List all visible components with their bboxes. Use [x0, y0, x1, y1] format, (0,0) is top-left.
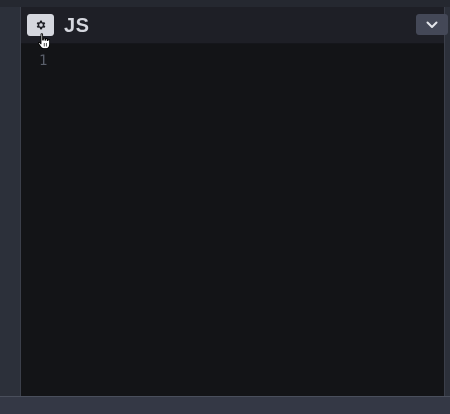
left-resize-gutter[interactable] [0, 7, 21, 396]
js-editor-header: JS [21, 7, 448, 44]
bottom-bar [0, 396, 450, 414]
chevron-down-icon [426, 16, 438, 34]
top-strip [0, 0, 450, 7]
editor-language-label: JS [64, 15, 90, 37]
line-number: 1 [39, 53, 48, 69]
editor-frame: JS 1 [0, 0, 450, 414]
right-resize-edge[interactable] [444, 7, 450, 396]
settings-button[interactable] [27, 14, 54, 36]
editor-collapse-button[interactable] [416, 14, 448, 35]
gear-icon [35, 19, 47, 31]
code-editor-area[interactable]: 1 [21, 44, 444, 396]
